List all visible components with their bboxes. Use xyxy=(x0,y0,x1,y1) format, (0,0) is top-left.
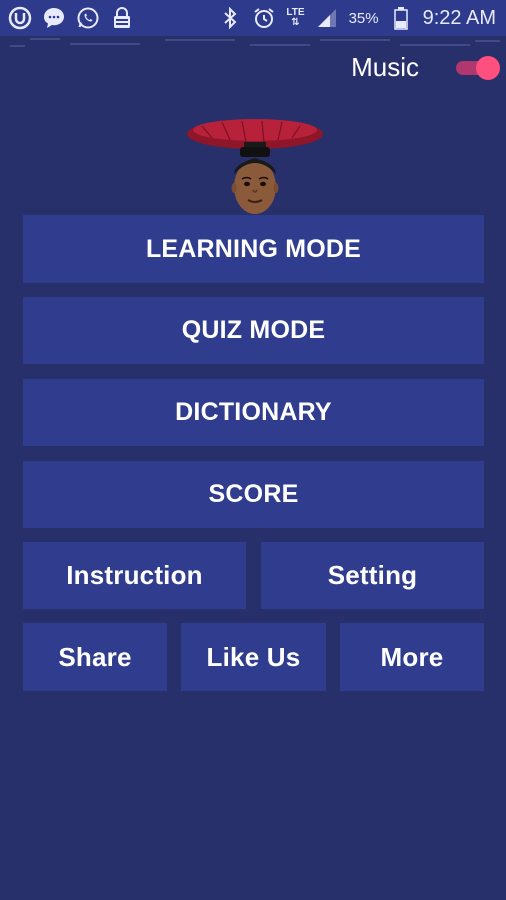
battery-percent: 35% xyxy=(348,9,379,27)
dictionary-label: DICTIONARY xyxy=(175,398,332,426)
notification-icons xyxy=(8,6,134,30)
share-button[interactable]: Share xyxy=(23,623,167,691)
alarm-icon xyxy=(252,6,276,30)
music-label: Music xyxy=(351,52,419,82)
instruction-label: Instruction xyxy=(66,560,203,590)
share-label: Share xyxy=(58,641,132,672)
instruction-button[interactable]: Instruction xyxy=(23,542,246,609)
lte-indicator: LTE ⇅ xyxy=(286,7,305,28)
music-toggle[interactable] xyxy=(456,56,500,80)
bluetooth-icon xyxy=(218,6,242,30)
status-bar: LTE ⇅ 35% 9:22 AM xyxy=(0,0,506,36)
system-status: LTE ⇅ 35% 9:22 AM xyxy=(218,6,496,30)
lock-app-icon xyxy=(110,6,134,30)
signal-icon xyxy=(315,6,339,30)
setting-label: Setting xyxy=(327,560,418,590)
status-bar-divider xyxy=(10,38,500,47)
setting-button[interactable]: Setting xyxy=(261,542,484,609)
mascot-illustration xyxy=(187,119,323,214)
clock: 9:22 AM xyxy=(422,6,496,29)
like-us-label: Like Us xyxy=(206,641,301,672)
whatsapp-icon xyxy=(76,6,100,30)
more-button[interactable]: More xyxy=(340,623,484,691)
quiz-mode-label: QUIZ MODE xyxy=(181,316,326,344)
more-label: More xyxy=(380,641,444,672)
learning-mode-button[interactable]: LEARNING MODE xyxy=(23,215,484,283)
lte-label: LTE xyxy=(286,7,305,18)
like-us-button[interactable]: Like Us xyxy=(181,623,326,691)
quiz-mode-button[interactable]: QUIZ MODE xyxy=(23,297,484,364)
u-app-icon xyxy=(8,6,32,30)
dictionary-button[interactable]: DICTIONARY xyxy=(23,379,484,446)
score-label: SCORE xyxy=(208,480,299,508)
battery-icon xyxy=(389,6,413,30)
messenger-icon xyxy=(42,6,66,30)
toggle-knob xyxy=(476,56,500,80)
learning-mode-label: LEARNING MODE xyxy=(145,234,362,263)
score-button[interactable]: SCORE xyxy=(23,461,484,528)
